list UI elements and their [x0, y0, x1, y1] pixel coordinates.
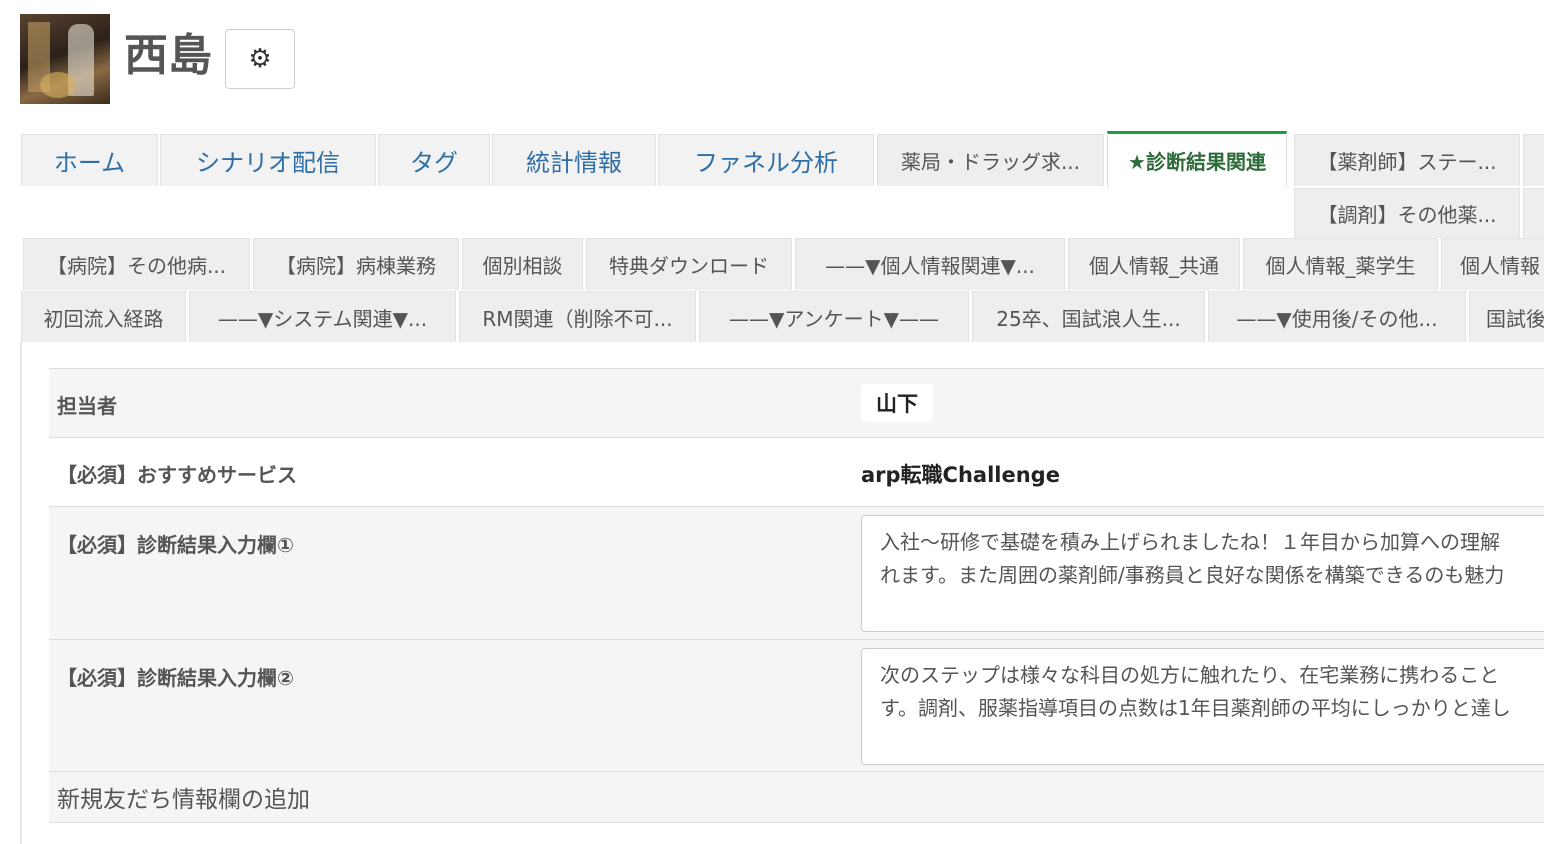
field-row-assignee: 担当者 山下 [49, 368, 1544, 438]
diagnosis-result-1-textarea[interactable]: 入社〜研修で基礎を積み上げられましたね！１年目から加算への理解 れます。また周囲… [861, 515, 1544, 632]
tab-label: 個人情報_共通 [1089, 254, 1219, 278]
field-label: 【必須】診断結果入力欄② [57, 666, 294, 690]
tab-dispensing-other[interactable]: 【調剤】その他薬... [1294, 188, 1520, 238]
textarea-line: 次のステップは様々な科目の処方に触れたり、在宅業務に携わること [880, 663, 1500, 687]
tab-label: ファネル分析 [694, 149, 838, 177]
add-field-label: 新規友だち情報欄の追加 [57, 787, 310, 813]
tab-label: 国試後 [1486, 306, 1544, 331]
avatar [20, 14, 110, 104]
tab-label: 【薬剤師】ステー... [1317, 150, 1497, 174]
assignee-chip[interactable]: 山下 [861, 384, 933, 422]
tab-pharmacist-stage[interactable]: 【薬剤師】ステー... [1294, 134, 1520, 186]
diagnosis-result-2-textarea[interactable]: 次のステップは様々な科目の処方に触れたり、在宅業務に携わること す。調剤、服薬指… [861, 648, 1544, 765]
tab-label: ——▼アンケート▼—— [729, 306, 939, 331]
tab-hospital-other[interactable]: 【病院】その他病... [23, 238, 250, 290]
field-value[interactable]: arp転職Challenge [861, 459, 1060, 489]
tab-consultation[interactable]: 個別相談 [462, 238, 583, 290]
tab-overflow[interactable] [1523, 188, 1544, 238]
tab-home[interactable]: ホーム [21, 134, 158, 186]
tab-label: 特典ダウンロード [609, 254, 769, 278]
tab-scenario[interactable]: シナリオ配信 [160, 134, 376, 186]
textarea-line: 入社〜研修で基礎を積み上げられましたね！１年目から加算への理解 [880, 530, 1500, 554]
tab-label: 初回流入経路 [43, 306, 164, 331]
tab-label: 個人情報 [1460, 254, 1540, 278]
tab-25-graduates[interactable]: 25卒、国試浪人生... [972, 291, 1205, 342]
field-row-recommended-service: 【必須】おすすめサービス arp転職Challenge [49, 437, 1544, 507]
tab-label: ホーム [53, 149, 126, 177]
tab-personal-info-section[interactable]: ——▼個人情報関連▼... [795, 238, 1065, 290]
tab-funnel[interactable]: ファネル分析 [658, 134, 874, 186]
settings-button[interactable]: ⚙ [225, 29, 295, 89]
field-label: 【必須】診断結果入力欄① [57, 533, 294, 557]
tab-rm-related[interactable]: RM関連（削除不可... [459, 291, 696, 342]
tab-tags[interactable]: タグ [378, 134, 490, 186]
tab-label: ——▼システム関連▼... [217, 306, 428, 331]
tab-label: 【病院】病棟業務 [276, 254, 436, 278]
tab-post-exam[interactable]: 国試後 [1469, 291, 1544, 342]
tab-personal-info-common[interactable]: 個人情報_共通 [1068, 238, 1240, 290]
field-label: 担当者 [57, 394, 117, 418]
tab-label: 個人情報_薬学生 [1265, 254, 1416, 278]
field-row-result-1: 【必須】診断結果入力欄① 入社〜研修で基礎を積み上げられましたね！１年目から加算… [49, 506, 1544, 639]
textarea-line: れます。また周囲の薬剤師/事務員と良好な関係を構築できるのも魅力 [880, 563, 1505, 587]
tab-label: 統計情報 [526, 149, 622, 177]
tab-after-use-other[interactable]: ——▼使用後/その他... [1208, 291, 1466, 342]
tab-label: ★診断結果関連 [1128, 150, 1266, 174]
tab-personal-info-student[interactable]: 個人情報_薬学生 [1243, 238, 1438, 290]
user-name: 西島 [124, 30, 212, 81]
tab-overflow[interactable] [1523, 134, 1544, 186]
field-row-result-2: 【必須】診断結果入力欄② 次のステップは様々な科目の処方に触れたり、在宅業務に携… [49, 639, 1544, 771]
gear-icon: ⚙ [248, 44, 272, 74]
tab-label: 個別相談 [482, 254, 563, 278]
tab-label: 薬局・ドラッグ求... [900, 150, 1081, 174]
field-label: 【必須】おすすめサービス [57, 463, 297, 487]
tab-label: ——▼使用後/その他... [1236, 306, 1438, 331]
textarea-line: す。調剤、服薬指導項目の点数は1年目薬剤師の平均にしっかりと達し [880, 696, 1511, 720]
tab-survey-section[interactable]: ——▼アンケート▼—— [699, 291, 969, 342]
tab-label: 【調剤】その他薬... [1317, 203, 1497, 227]
panel-border [20, 342, 22, 844]
tab-benefit-download[interactable]: 特典ダウンロード [586, 238, 792, 290]
tab-first-inflow[interactable]: 初回流入経路 [21, 291, 186, 342]
tab-label: 【病院】その他病... [46, 254, 227, 278]
tab-label: シナリオ配信 [196, 149, 340, 177]
tab-personal-info[interactable]: 個人情報 [1441, 238, 1544, 290]
tab-diagnosis-results[interactable]: ★診断結果関連 [1107, 131, 1287, 187]
tab-label: 25卒、国試浪人生... [996, 306, 1181, 331]
tab-system-section[interactable]: ——▼システム関連▼... [189, 291, 456, 342]
add-friend-info-field-button[interactable]: 新規友だち情報欄の追加 [49, 771, 1544, 823]
tab-statistics[interactable]: 統計情報 [492, 134, 656, 186]
tab-label: タグ [410, 149, 458, 177]
tab-label: ——▼個人情報関連▼... [825, 254, 1035, 278]
tab-hospital-ward[interactable]: 【病院】病棟業務 [253, 238, 459, 290]
tab-label: RM関連（削除不可... [482, 306, 673, 331]
tab-pharmacy-drugstore[interactable]: 薬局・ドラッグ求... [877, 134, 1104, 186]
